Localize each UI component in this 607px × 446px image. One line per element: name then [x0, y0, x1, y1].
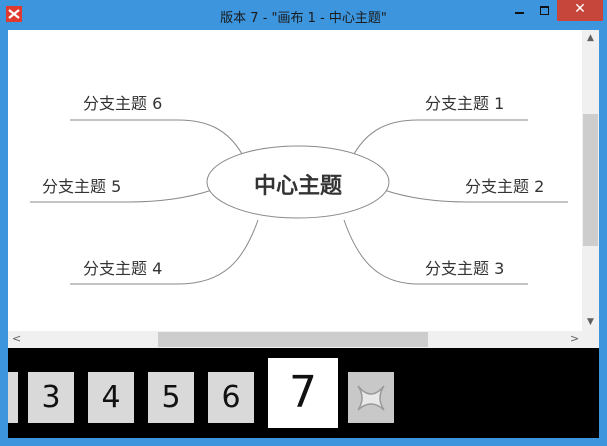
scroll-up-icon[interactable]: ▲ — [582, 33, 599, 43]
vertical-scroll-thumb[interactable] — [583, 114, 598, 246]
app-window: 版本 7 - "画布 1 - 中心主题" ✕ 中心主题 分支主题 1 分支主题 … — [0, 0, 607, 446]
branch-topic-5[interactable]: 分支主题 5 — [42, 173, 121, 197]
title-bar[interactable]: 版本 7 - "画布 1 - 中心主题" ✕ — [0, 0, 607, 30]
horizontal-scrollbar[interactable]: < > — [8, 331, 582, 348]
scrollbar-corner — [582, 331, 599, 348]
branch-topic-4[interactable]: 分支主题 4 — [83, 255, 162, 279]
scroll-right-icon[interactable]: > — [570, 332, 579, 345]
branch-topic-2[interactable]: 分支主题 2 — [465, 173, 544, 197]
horizontal-scroll-thumb[interactable] — [158, 332, 428, 347]
version-thumbnail-5[interactable]: 5 — [148, 372, 194, 423]
version-thumbnail-6[interactable]: 6 — [208, 372, 254, 423]
version-strip: 3 4 5 6 7 — [8, 348, 599, 438]
maximize-button[interactable] — [532, 0, 557, 21]
connector-branch-1 — [353, 119, 528, 155]
branch-topic-6[interactable]: 分支主题 6 — [83, 90, 162, 114]
close-button[interactable]: ✕ — [557, 0, 603, 21]
vertical-scrollbar[interactable]: ▲ ▼ — [582, 30, 599, 331]
version-thumbnail-3[interactable]: 3 — [28, 372, 74, 423]
branch-topic-1[interactable]: 分支主题 1 — [425, 90, 504, 114]
central-topic[interactable]: 中心主题 — [208, 168, 388, 200]
minimize-button[interactable] — [506, 0, 532, 21]
mindmap-canvas[interactable]: 中心主题 分支主题 1 分支主题 2 分支主题 3 分支主题 4 分支主题 5 … — [8, 30, 582, 331]
close-icon: ✕ — [574, 1, 586, 17]
scroll-down-icon[interactable]: ▼ — [582, 317, 599, 327]
xmind-version-icon[interactable] — [348, 372, 394, 423]
version-thumbnail-current[interactable]: 7 — [268, 358, 338, 428]
version-thumbnail-partial[interactable] — [8, 372, 18, 423]
connector-branch-6 — [70, 119, 243, 155]
branch-topic-3[interactable]: 分支主题 3 — [425, 255, 504, 279]
scroll-left-icon[interactable]: < — [12, 332, 21, 345]
version-thumbnail-4[interactable]: 4 — [88, 372, 134, 423]
